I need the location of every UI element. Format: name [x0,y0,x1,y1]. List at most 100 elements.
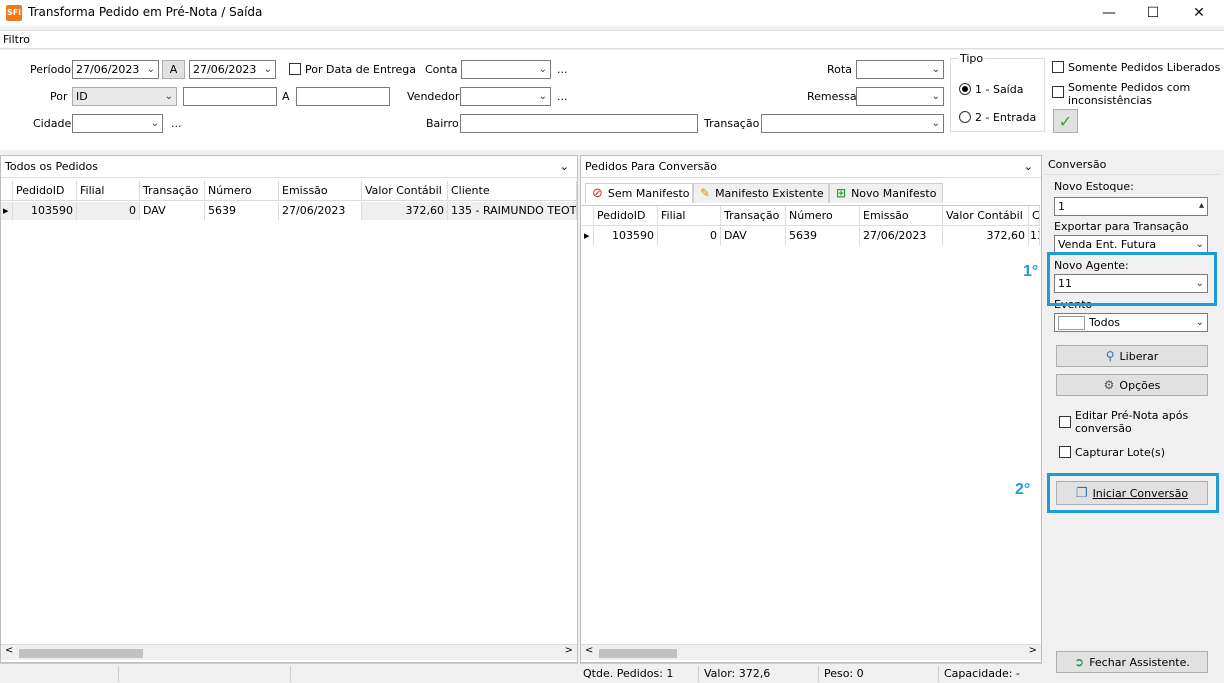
conversao-horizontal-scrollbar[interactable]: < > [581,644,1041,660]
opcoes-button[interactable]: ⚙ Opções [1056,374,1208,396]
chevron-down-icon: ⌄ [146,64,155,75]
cell-valor-contabil: 372,60 [362,202,448,220]
rota-select[interactable]: ⌄ [856,60,944,79]
tab-novo-manifesto[interactable]: ⊞ Novo Manifesto [829,183,943,203]
liberar-button[interactable]: ⚲ Liberar [1056,345,1208,367]
cell-valor-contabil: 372,60 [943,227,1029,245]
add-document-icon: ⊞ [836,186,847,200]
col-valor-contabil[interactable]: Valor Contábil [362,181,448,201]
no-entry-icon: ⊘ [592,186,603,201]
todos-horizontal-scrollbar[interactable]: < > [1,644,577,660]
chevron-down-icon: ⌄ [164,91,173,102]
novo-estoque-input[interactable]: 1 ▴ [1054,197,1208,216]
chevron-down-icon[interactable]: ⌄ [1024,156,1033,177]
scroll-left-icon[interactable]: < [5,645,13,656]
maximize-icon[interactable]: ☐ [1130,0,1176,26]
chevron-down-icon: ⌄ [1195,239,1204,250]
col-filial[interactable]: Filial [658,206,721,226]
cell-transacao: DAV [721,227,786,245]
chevron-down-icon: ⌄ [931,64,940,75]
chevron-down-icon: ⌄ [931,91,940,102]
capturar-lotes-checkbox[interactable] [1059,446,1071,458]
scroll-right-icon[interactable]: > [1029,645,1037,656]
col-valor-contabil[interactable]: Valor Contábil [943,206,1029,226]
transacao-select[interactable]: ⌄ [761,114,944,133]
tab-sem-manifesto[interactable]: ⊘ Sem Manifesto [585,183,693,203]
step-2-label: 2° [1015,481,1031,498]
somente-inconsistencias-checkbox[interactable] [1052,86,1064,98]
row-pointer-icon: ▸ [1,202,13,220]
periodo-to-date[interactable]: 27/06/2023 ⌄ [189,60,276,79]
remessa-select[interactable]: ⌄ [856,87,944,106]
step-1-label: 1° [1023,263,1039,280]
col-numero[interactable]: Número [786,206,860,226]
transacao-label: Transação [704,117,760,130]
cell-cliente: 135 - RAIMUNDO TEOTO [448,202,577,220]
todos-pedidos-header[interactable]: Todos os Pedidos ⌄ [1,156,577,178]
cell-pedidoid: 103590 [13,202,77,220]
col-numero[interactable]: Número [205,181,279,201]
col-pedidoid[interactable]: PedidoID [594,206,658,226]
scroll-thumb[interactable] [599,649,677,658]
cidade-select[interactable]: ⌄ [72,114,163,133]
col-cliente[interactable]: Cliente [448,181,577,201]
close-icon[interactable]: ✕ [1176,0,1222,26]
row-indicator-header [1,181,13,201]
col-filial[interactable]: Filial [77,181,140,201]
somente-inconsistencias-label: Somente Pedidos com [1068,81,1191,94]
col-pedidoid[interactable]: PedidoID [13,181,77,201]
por-a-label: A [282,90,290,103]
pedidos-conversao-grid: PedidoID Filial Transação Número Emissão… [582,205,1040,645]
chevron-down-icon: ⌄ [1195,317,1204,328]
por-from-input[interactable] [183,87,277,106]
col-emissao[interactable]: Emissão [279,181,362,201]
highlight-box-1 [1047,252,1217,306]
tipo-entrada-radio[interactable] [959,111,971,123]
col-cliente[interactable]: Cl [1029,206,1040,226]
magnifier-icon: ⚲ [1105,349,1115,363]
chevron-down-icon: ⌄ [538,64,547,75]
por-select[interactable]: ID ⌄ [72,87,177,106]
conversao-panel: Conversão Novo Estoque: 1 ▴ Exportar para… [1044,155,1222,680]
evento-select[interactable]: Todos ⌄ [1054,313,1208,332]
exportar-transacao-label: Exportar para Transação [1054,220,1189,233]
por-to-input[interactable] [296,87,390,106]
chevron-down-icon[interactable]: ⌄ [560,156,569,177]
status-qtde: Qtde. Pedidos: 1 [583,667,674,680]
col-emissao[interactable]: Emissão [860,206,943,226]
conta-lookup-button[interactable]: ... [557,63,568,76]
table-row[interactable]: ▸ 103590 0 DAV 5639 27/06/2023 372,60 13… [1,202,577,220]
periodo-from-date[interactable]: 27/06/2023 ⌄ [72,60,159,79]
a-button[interactable]: A [162,60,185,79]
col-transacao[interactable]: Transação [140,181,205,201]
cell-filial: 0 [658,227,721,245]
pedidos-conversao-header[interactable]: Pedidos Para Conversão ⌄ [581,156,1041,178]
conta-select[interactable]: ⌄ [461,60,551,79]
fechar-assistente-button[interactable]: ➲ Fechar Assistente. [1056,651,1208,673]
cidade-lookup-button[interactable]: ... [171,117,182,130]
bairro-input[interactable] [460,114,698,133]
scroll-thumb[interactable] [19,649,143,658]
pedidos-conversao-title: Pedidos Para Conversão [585,160,718,173]
todos-pedidos-grid: PedidoID Filial Transação Número Emissão… [1,181,577,662]
filter-panel: Período 27/06/2023 ⌄ A 27/06/2023 ⌄ Por Da… [0,50,1224,150]
apply-filter-button[interactable]: ✓ [1053,109,1078,133]
vendedor-lookup-button[interactable]: ... [557,90,568,103]
editar-pre-nota-checkbox[interactable] [1059,416,1071,428]
cell-numero: 5639 [205,202,279,220]
scroll-left-icon[interactable]: < [585,645,593,656]
chevron-down-icon: ⌄ [150,118,159,129]
tab-manifesto-existente[interactable]: ✎ Manifesto Existente [693,183,829,203]
somente-liberados-label: Somente Pedidos Liberados [1068,61,1221,74]
cell-emissao: 27/06/2023 [279,202,362,220]
scroll-right-icon[interactable]: > [565,645,573,656]
tipo-saida-radio[interactable] [959,83,971,95]
table-row[interactable]: ▸ 103590 0 DAV 5639 27/06/2023 372,60 13 [582,227,1040,245]
todos-pedidos-title: Todos os Pedidos [5,160,98,173]
col-transacao[interactable]: Transação [721,206,786,226]
somente-liberados-checkbox[interactable] [1052,61,1064,73]
minimize-icon[interactable]: — [1086,0,1132,26]
por-data-entrega-checkbox[interactable] [289,63,301,75]
filtro-header[interactable]: Filtro [0,30,1224,49]
vendedor-select[interactable]: ⌄ [460,87,551,106]
